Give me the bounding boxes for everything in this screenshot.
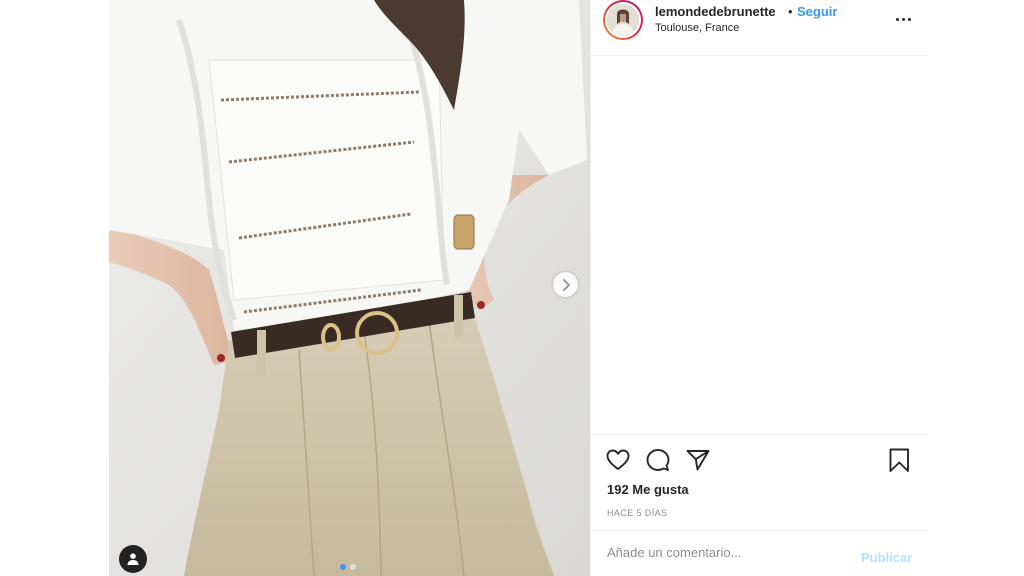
bookmark-icon [889,448,909,472]
chevron-right-icon [562,278,570,291]
carousel-indicator [340,564,356,570]
more-dot-icon [907,17,911,21]
comment-button[interactable] [645,447,671,473]
post-timestamp[interactable]: HACE 5 DÍAS [607,508,667,518]
follow-button[interactable]: Seguir [797,4,837,19]
carousel-dot-2 [350,564,356,570]
comment-input[interactable] [607,545,837,560]
outfit-photo-image [109,0,590,576]
instagram-post: lemondedebrunette • Seguir Toulouse, Fra… [109,0,927,576]
comment-bubble-icon [646,449,670,471]
tagged-people-button[interactable] [119,545,147,573]
post-header: lemondedebrunette • Seguir Toulouse, Fra… [591,0,927,56]
more-dot-icon [895,17,899,21]
save-button[interactable] [887,447,913,473]
add-comment-section: Publicar [591,530,927,576]
author-username[interactable]: lemondedebrunette [655,4,776,19]
share-button[interactable] [685,447,711,473]
paper-plane-icon [686,450,710,471]
post-location[interactable]: Toulouse, France [655,22,739,34]
like-button[interactable] [605,447,631,473]
person-tag-icon [127,553,139,565]
more-options-button[interactable] [891,10,915,28]
carousel-dot-1 [340,564,346,570]
heart-icon [606,449,630,470]
post-photo[interactable] [109,0,590,576]
post-actions: 192 Me gusta HACE 5 DÍAS [591,434,927,530]
post-side-panel: lemondedebrunette • Seguir Toulouse, Fra… [590,0,927,576]
profile-avatar-icon [605,2,641,38]
like-count[interactable]: 192 Me gusta [607,482,689,497]
comments-area [591,56,927,434]
more-dot-icon [901,17,905,21]
publish-button[interactable]: Publicar [861,550,912,565]
header-separator: • [788,4,793,19]
avatar[interactable] [603,0,643,40]
carousel-next-button[interactable] [553,272,578,297]
